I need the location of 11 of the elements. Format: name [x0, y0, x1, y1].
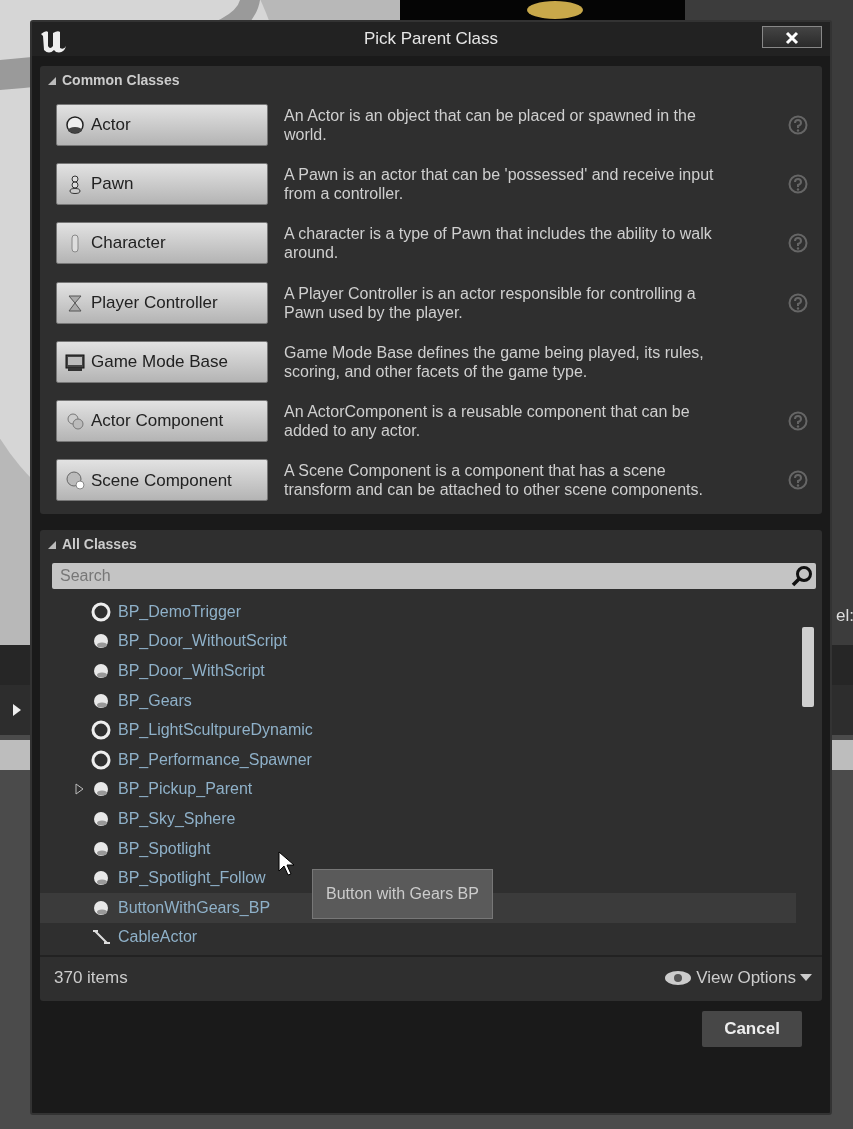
panel-label: el:	[836, 606, 853, 626]
class-description: A Pawn is an actor that can be 'possessed' and receive input from a controller.	[284, 164, 715, 203]
class-description: A Scene Component is a component that has a scene transform and can be attached to other scene components.	[284, 461, 704, 500]
window-title: Pick Parent Class	[363, 28, 499, 51]
class-description: An ActorComponent is a reusable component that can be added to any actor.	[284, 402, 691, 441]
item-count: 370 items	[54, 967, 128, 990]
class-description: A character is a type of Pawn that includes the ability to walk around.	[284, 224, 713, 263]
class-description: Game Mode Base defines the game being played, its rules, scoring, and other facets of the game type.	[284, 342, 705, 381]
class-description: A Player Controller is an actor responsible for controlling a Pawn used by the player.	[284, 283, 697, 322]
tooltip: Button with Gears BP	[312, 869, 493, 920]
class-description: An Actor is an object that can be placed or spawned in the world.	[284, 105, 697, 144]
